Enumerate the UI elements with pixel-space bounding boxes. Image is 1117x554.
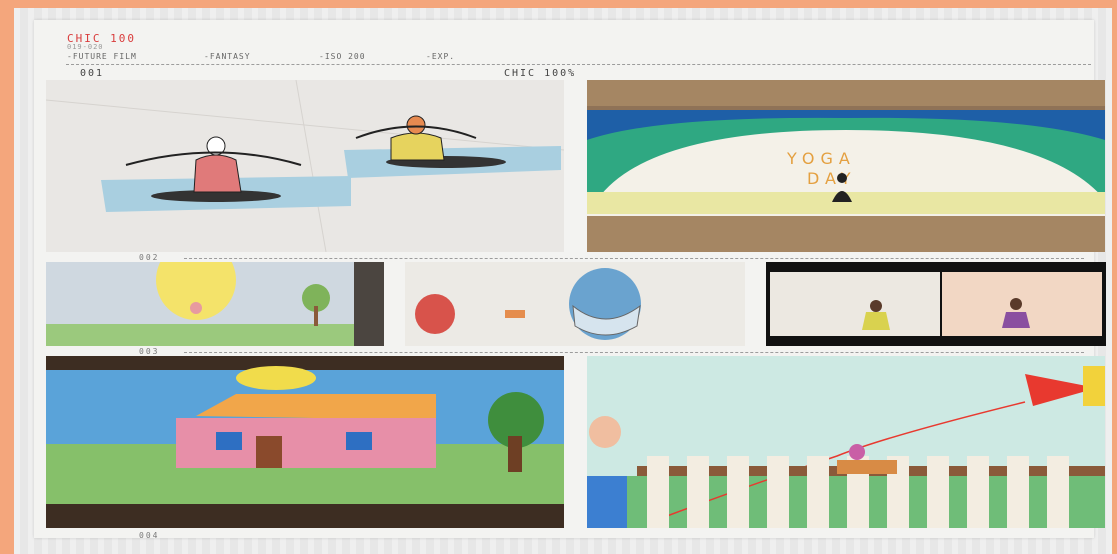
film-subtitle: 019-020 <box>67 43 104 51</box>
frame-brand-label: CHIC 100% <box>504 68 577 79</box>
photo-virus-drawing <box>405 262 745 346</box>
film-sheet: CHIC 100 019-020 -FUTURE FILM -FANTASY -… <box>34 20 1106 540</box>
yoga-sketch-drawing <box>46 80 564 252</box>
divider <box>66 64 1091 65</box>
film-frame-background: CHIC 100 019-020 -FUTURE FILM -FANTASY -… <box>14 8 1112 554</box>
film-number: 003 <box>139 347 160 356</box>
photo-kite-illustration <box>587 356 1105 528</box>
photo-girls-drawing <box>766 262 1106 346</box>
film-tag: -ISO 200 <box>319 52 366 61</box>
photo-house-drawing <box>46 356 564 528</box>
divider <box>184 258 1084 259</box>
photo-yoga-day: YOGA DAY <box>587 80 1105 252</box>
film-number: 002 <box>139 253 160 262</box>
yoga-day-painting: YOGA DAY <box>587 80 1105 252</box>
photo-sun-drawing <box>46 262 384 346</box>
film-tag: -EXP. <box>426 52 456 61</box>
film-number: 004 <box>139 531 160 540</box>
svg-text:DAY: DAY <box>807 169 857 188</box>
film-tag: -FUTURE FILM <box>67 52 137 61</box>
frame-number: 001 <box>80 68 105 79</box>
photo-yoga-sketch <box>46 80 564 252</box>
yoga-day-text: YOGA <box>786 149 856 168</box>
divider <box>184 352 1084 353</box>
film-tag: -FANTASY <box>204 52 251 61</box>
